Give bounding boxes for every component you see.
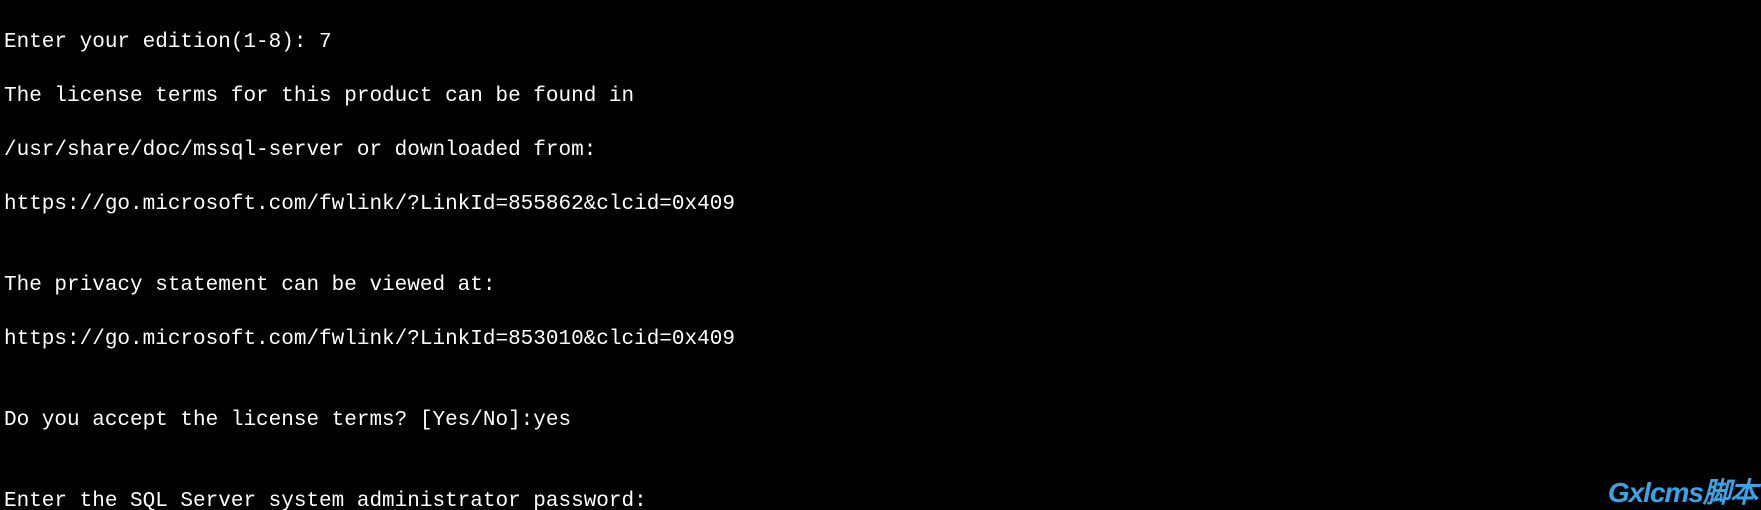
- terminal-line: Enter your edition(1-8): 7: [4, 29, 1757, 56]
- terminal-line: Do you accept the license terms? [Yes/No…: [4, 407, 1757, 434]
- watermark-logo: Gxlcms脚本: [1608, 479, 1757, 506]
- terminal-output[interactable]: Enter your edition(1-8): 7 The license t…: [0, 0, 1761, 510]
- terminal-line: /usr/share/doc/mssql-server or downloade…: [4, 137, 1757, 164]
- terminal-line: The privacy statement can be viewed at:: [4, 272, 1757, 299]
- terminal-line: The license terms for this product can b…: [4, 83, 1757, 110]
- terminal-line: https://go.microsoft.com/fwlink/?LinkId=…: [4, 191, 1757, 218]
- watermark-text: Gxlcms脚本: [1608, 477, 1757, 508]
- terminal-line: https://go.microsoft.com/fwlink/?LinkId=…: [4, 326, 1757, 353]
- terminal-line: Enter the SQL Server system administrato…: [4, 488, 1757, 510]
